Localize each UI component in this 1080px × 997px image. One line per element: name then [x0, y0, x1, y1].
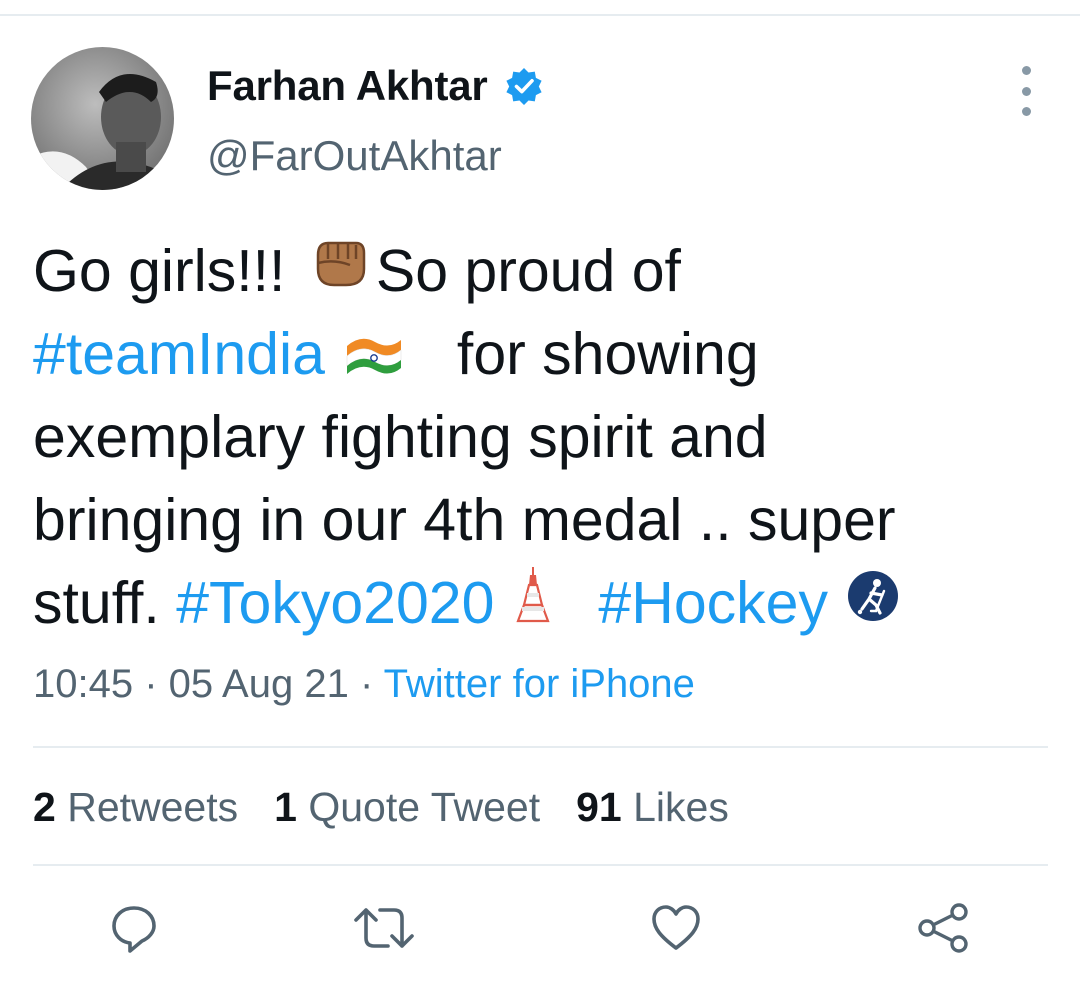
retweets-count: 2	[33, 784, 56, 830]
tokyo-tower-icon	[516, 562, 551, 645]
divider	[33, 864, 1048, 866]
tweet-text-segment: for showing	[456, 321, 759, 387]
retweets-label: Retweets	[67, 784, 239, 830]
field-hockey-icon	[846, 562, 900, 645]
hashtag-tokyo2020-link[interactable]: #Tokyo2020	[176, 562, 494, 645]
tweet-date[interactable]: 05 Aug 21	[169, 662, 349, 706]
raised-fist-icon	[310, 230, 370, 313]
action-bar	[0, 900, 1080, 960]
tweet-text: Go girls!!! So proud of #teamIndia for s…	[33, 230, 1053, 645]
verified-badge-icon	[504, 66, 544, 106]
tweet-text-segment: bringing in our 4th medal .. super	[33, 487, 896, 553]
divider	[33, 746, 1048, 748]
quotes-count: 1	[274, 784, 297, 830]
more-options-icon[interactable]	[1008, 66, 1044, 116]
retweet-icon[interactable]	[352, 900, 414, 956]
user-handle[interactable]: @FarOutAkhtar	[207, 132, 502, 180]
quotes-label: Quote Tweet	[308, 784, 541, 830]
top-divider	[0, 14, 1080, 16]
retweets-stat[interactable]: 2 Retweets	[33, 784, 238, 831]
tweet-text-segment: stuff.	[33, 570, 177, 636]
share-icon[interactable]	[915, 900, 971, 956]
tweet-text-segment: Go girls!!!	[33, 238, 302, 304]
hashtag-teamindia-link[interactable]: #teamIndia	[33, 313, 325, 396]
tweet-source-link[interactable]: Twitter for iPhone	[384, 662, 695, 706]
tweet-time[interactable]: 10:45	[33, 662, 133, 706]
likes-label: Likes	[633, 784, 729, 830]
display-name-text: Farhan Akhtar	[207, 62, 488, 109]
hashtag-hockey-link[interactable]: #Hockey	[598, 562, 828, 645]
meta-separator: ·	[348, 662, 384, 706]
avatar-photo	[31, 47, 174, 190]
tweet-text-segment: So proud of	[375, 238, 681, 304]
like-icon[interactable]	[648, 900, 704, 956]
india-flag-icon	[345, 313, 403, 396]
engagement-stats: 2 Retweets 1 Quote Tweet 91 Likes	[33, 784, 765, 831]
likes-stat[interactable]: 91 Likes	[576, 784, 729, 831]
avatar[interactable]	[31, 47, 174, 190]
likes-count: 91	[576, 784, 622, 830]
tweet-text-segment: exemplary fighting spirit and	[33, 404, 768, 470]
quote-tweets-stat[interactable]: 1 Quote Tweet	[274, 784, 540, 831]
tweet-meta: 10:45 · 05 Aug 21 · Twitter for iPhone	[33, 662, 695, 707]
reply-icon[interactable]	[106, 900, 162, 956]
display-name[interactable]: Farhan Akhtar	[207, 62, 544, 110]
meta-separator: ·	[133, 662, 169, 706]
